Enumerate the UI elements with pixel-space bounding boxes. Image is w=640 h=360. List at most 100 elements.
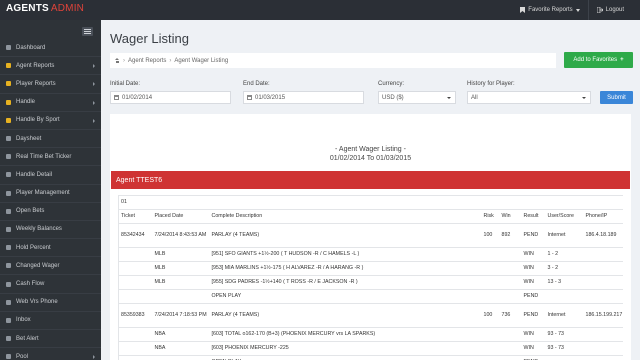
sidebar-item-label: Pool: [16, 353, 29, 360]
cell-user: 93 - 73: [545, 341, 584, 356]
chevron-down-icon: [447, 97, 451, 99]
sidebar-item-handle-detail[interactable]: Handle Detail: [0, 166, 101, 185]
cell-user: [545, 355, 584, 360]
chevron-right-icon: [93, 82, 95, 87]
cell-ticket: 85342434: [118, 223, 153, 248]
ticket-row[interactable]: 85342434 7/24/2014 8:43:53 AM PARLAY (4 TE…: [118, 223, 623, 248]
calendar-icon: [247, 95, 252, 100]
menu-toggle-icon[interactable]: [82, 27, 93, 36]
cell-placed: MLB: [152, 261, 210, 276]
cell-risk: [481, 275, 500, 290]
sidebar-item-changed-wager[interactable]: Changed Wager: [0, 257, 101, 276]
cell-result: WIN: [521, 247, 546, 262]
sidebar-item-handle-by-sport[interactable]: Handle By Sport: [0, 112, 101, 130]
cell-placed: NBA: [152, 327, 210, 342]
favorite-reports-menu[interactable]: Favorite Reports: [512, 0, 587, 20]
inbox-icon: [6, 317, 11, 323]
sidebar-item-agent-reports[interactable]: Agent Reports: [0, 57, 101, 76]
sidebar-item-label: Changed Wager: [16, 262, 60, 269]
cell-desc: [603] PHOENIX MERCURY -225: [209, 341, 482, 356]
ticket-row[interactable]: 85359383 7/24/2014 7:18:53 PM PARLAY (4 TE…: [118, 303, 623, 328]
ticker-icon: [6, 154, 11, 160]
leg-row[interactable]: OPEN PLAY PEND: [118, 289, 623, 304]
bets-icon: [6, 208, 11, 214]
chevron-right-icon: [93, 355, 95, 360]
sidebar-item-label: Dashboard: [16, 44, 46, 51]
leg-row[interactable]: NBA [603] TOTAL o162-170 (B+3) (PHOENIX M…: [118, 327, 623, 342]
sidebar-item-daysheet[interactable]: Daysheet: [0, 130, 101, 149]
cell-desc: [953] MIA MARLINS +1½-175 ( H ALVAREZ -R…: [209, 261, 482, 276]
sidebar-item-web-vrs-phone[interactable]: Web Vrs Phone: [0, 294, 101, 312]
currency-label: Currency:: [378, 81, 405, 87]
sidebar-item-label: Player Management: [16, 190, 70, 197]
cell-user: 13 - 3: [545, 275, 584, 290]
folder-icon: [6, 99, 11, 105]
logout-label: Logout: [605, 7, 624, 13]
sidebar-item-label: Web Vrs Phone: [16, 299, 58, 306]
balance-icon: [6, 226, 11, 232]
sidebar-item-label: Weekly Balances: [16, 226, 62, 233]
cell-risk: [481, 247, 500, 262]
leg-row[interactable]: OPEN PLAY PEND: [118, 355, 623, 360]
sidebar-item-label: Cash Flow: [16, 281, 45, 288]
cell-placed: 7/24/2014 8:43:53 AM: [152, 223, 210, 248]
alert-icon: [6, 336, 11, 342]
sidebar-item-weekly-balances[interactable]: Weekly Balances: [0, 221, 101, 240]
end-date-field[interactable]: 01/03/2015: [243, 91, 364, 104]
cell-user: 3 - 2: [545, 261, 584, 276]
cell-win: [499, 289, 522, 304]
add-to-favorites-button[interactable]: Add to Favorites +: [564, 52, 633, 68]
logout-button[interactable]: Logout: [587, 0, 632, 20]
breadcrumb-agent-reports[interactable]: Agent Reports: [128, 58, 166, 64]
app-logo[interactable]: AGENTS ADMIN: [6, 3, 84, 14]
wager-icon: [6, 263, 11, 269]
sidebar-item-player-management[interactable]: Player Management: [0, 185, 101, 203]
initial-date-field[interactable]: 01/02/2014: [110, 91, 231, 104]
history-player-value: All: [471, 94, 478, 101]
cell-phone: [583, 275, 623, 290]
cell-placed: [152, 355, 210, 360]
folder-icon: [6, 63, 11, 69]
cell-placed: MLB: [152, 275, 210, 290]
dashboard-icon: [6, 45, 11, 51]
sidebar-item-label: Player Reports: [16, 80, 56, 87]
cash-icon: [6, 281, 11, 287]
home-icon[interactable]: [115, 58, 120, 63]
cell-risk: [481, 327, 500, 342]
sidebar-menu: Dashboard Agent Reports Player Reports Hand…: [0, 39, 101, 360]
main-content: Wager Listing › Agent Reports › Agent Wa…: [101, 20, 640, 360]
currency-select[interactable]: USD ($): [378, 91, 456, 104]
cell-user: Internet: [545, 303, 584, 328]
leg-row[interactable]: MLB [953] MIA MARLINS +1½-175 ( H ALVAREZ…: [118, 261, 623, 276]
sidebar-item-dashboard[interactable]: Dashboard: [0, 39, 101, 58]
leg-row[interactable]: NBA [603] PHOENIX MERCURY -225 WIN 93 - 73: [118, 341, 623, 356]
cell-phone: [583, 289, 623, 304]
cell-desc: [955] SDG PADRES -1½+140 ( T ROSS -R / E…: [209, 275, 482, 290]
sidebar-item-pool[interactable]: Pool: [0, 348, 101, 360]
chevron-right-icon: [93, 118, 95, 123]
cell-user: Internet: [545, 223, 584, 248]
sidebar-item-hold-percent[interactable]: Hold Percent: [0, 239, 101, 258]
leg-row[interactable]: MLB [955] SDG PADRES -1½+140 ( T ROSS -R …: [118, 275, 623, 290]
leg-row[interactable]: MLB [951] SFO GIANTS +1½-200 ( T HUDSON -…: [118, 247, 623, 262]
sidebar-item-player-reports[interactable]: Player Reports: [0, 75, 101, 94]
column-header: Result: [521, 209, 546, 224]
sidebar-item-inbox[interactable]: Inbox: [0, 312, 101, 330]
sidebar-item-label: Real Time Bet Ticker: [16, 153, 72, 160]
history-player-select[interactable]: All: [467, 91, 591, 104]
submit-button[interactable]: Submit: [600, 91, 633, 104]
sidebar-item-bet-alert[interactable]: Bet Alert: [0, 330, 101, 349]
group-label: 01: [117, 195, 623, 210]
sidebar-item-real-time-bet-ticker[interactable]: Real Time Bet Ticker: [0, 148, 101, 167]
column-header: Phone/IP: [583, 209, 623, 224]
table-header-row: Ticket Placed Date Complete Description Ris…: [118, 209, 623, 224]
logo-text-primary: AGENTS: [6, 3, 49, 14]
cell-user: 1 - 2: [545, 247, 584, 262]
agent-header: Agent TTEST6: [111, 171, 630, 189]
sidebar-item-open-bets[interactable]: Open Bets: [0, 203, 101, 221]
cell-ticket: [118, 341, 153, 356]
cell-desc: OPEN PLAY: [209, 289, 482, 304]
wager-listing-panel: - Agent Wager Listing - 01/02/2014 To 01…: [110, 114, 631, 360]
sidebar-item-handle[interactable]: Handle: [0, 94, 101, 112]
sidebar-item-cash-flow[interactable]: Cash Flow: [0, 275, 101, 294]
